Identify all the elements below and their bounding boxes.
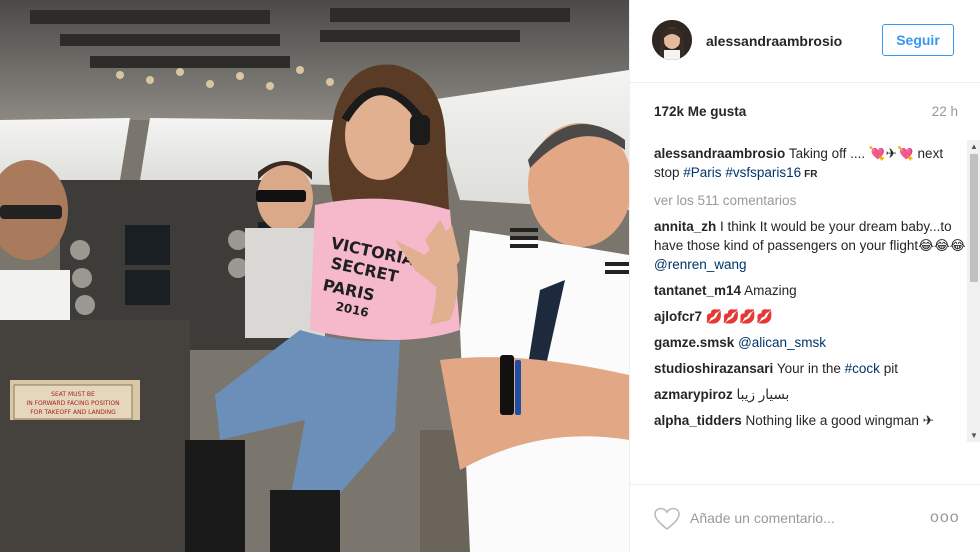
comment-username[interactable]: ajlofcr7 xyxy=(654,309,702,324)
comments-scrollbar[interactable]: ▲ ▼ xyxy=(967,140,980,442)
cockpit-photo: VICTORIA'S SECRET PARIS 2016 SEAT MUST B… xyxy=(0,0,629,552)
comment-username[interactable]: azmarypiroz xyxy=(654,387,733,402)
post-caption: alessandraambrosio Taking off .... 💘✈💘 n… xyxy=(654,144,968,184)
more-options-icon[interactable]: ooo xyxy=(930,509,960,527)
comment-hashtag[interactable]: #cock xyxy=(845,361,880,376)
likes-row: 172k Me gusta 22 h xyxy=(654,104,958,122)
comment-mention[interactable]: @renren_wang xyxy=(654,257,747,272)
comment-username[interactable]: studioshirazansari xyxy=(654,361,773,376)
scroll-thumb[interactable] xyxy=(970,154,978,282)
post-header: alessandraambrosio Seguir xyxy=(630,0,980,83)
likes-count[interactable]: 172k Me gusta xyxy=(654,104,746,119)
comment-text: Amazing xyxy=(744,283,797,298)
comment-username[interactable]: tantanet_m14 xyxy=(654,283,741,298)
follow-button[interactable]: Seguir xyxy=(882,24,954,56)
seat-sign-line1: SEAT MUST BE xyxy=(51,391,95,398)
comment-text: 💋💋💋💋 xyxy=(705,309,774,324)
list-item: gamze.smsk @alican_smsk xyxy=(654,333,968,352)
list-item: ajlofcr7 💋💋💋💋 xyxy=(654,307,968,326)
comment-footer: ooo xyxy=(630,484,980,553)
caption-tag-paris[interactable]: #Paris xyxy=(683,165,721,180)
comment-username[interactable]: alpha_tidders xyxy=(654,413,742,428)
post-time[interactable]: 22 h xyxy=(932,104,958,119)
comment-text: بسيار زيبا xyxy=(736,387,790,402)
list-item: annita_zh I think It would be your dream… xyxy=(654,217,968,274)
post-photo[interactable]: VICTORIA'S SECRET PARIS 2016 SEAT MUST B… xyxy=(0,0,629,552)
caption-lang-badge: FR xyxy=(804,169,818,180)
avatar[interactable] xyxy=(652,20,692,60)
view-all-comments-link[interactable]: ver los 511 comentarios xyxy=(654,191,968,210)
seat-sign-line3: FOR TAKEOFF AND LANDING xyxy=(30,409,116,416)
post-side-panel: alessandraambrosio Seguir 172k Me gusta … xyxy=(629,0,980,552)
caption-username[interactable]: alessandraambrosio xyxy=(654,146,785,161)
comment-text: Your in the xyxy=(776,361,841,376)
seat-sign-line2: IN FORWARD FACING POSITION xyxy=(26,400,119,407)
scroll-down-icon[interactable]: ▼ xyxy=(970,431,978,440)
comment-username[interactable]: annita_zh xyxy=(654,219,716,234)
comment-username[interactable]: gamze.smsk xyxy=(654,335,734,350)
list-item: tantanet_m14 Amazing xyxy=(654,281,968,300)
comment-text-after: pit xyxy=(883,361,898,376)
comments-list[interactable]: alessandraambrosio Taking off .... 💘✈💘 n… xyxy=(654,144,968,446)
comment-text: Nothing like a good wingman ✈ xyxy=(745,413,934,428)
add-comment-input[interactable] xyxy=(690,507,920,529)
scroll-up-icon[interactable]: ▲ xyxy=(970,142,978,151)
comment-mention[interactable]: @alican_smsk xyxy=(738,335,826,350)
list-item: studioshirazansari Your in the #cock pit xyxy=(654,359,968,378)
list-item: alpha_tidders Nothing like a good wingma… xyxy=(654,411,968,430)
caption-tag-vsfsparis16[interactable]: #vsfsparis16 xyxy=(725,165,801,180)
post-username[interactable]: alessandraambrosio xyxy=(706,33,842,49)
heart-icon[interactable] xyxy=(654,507,680,531)
list-item: azmarypiroz بسيار زيبا xyxy=(654,385,968,404)
